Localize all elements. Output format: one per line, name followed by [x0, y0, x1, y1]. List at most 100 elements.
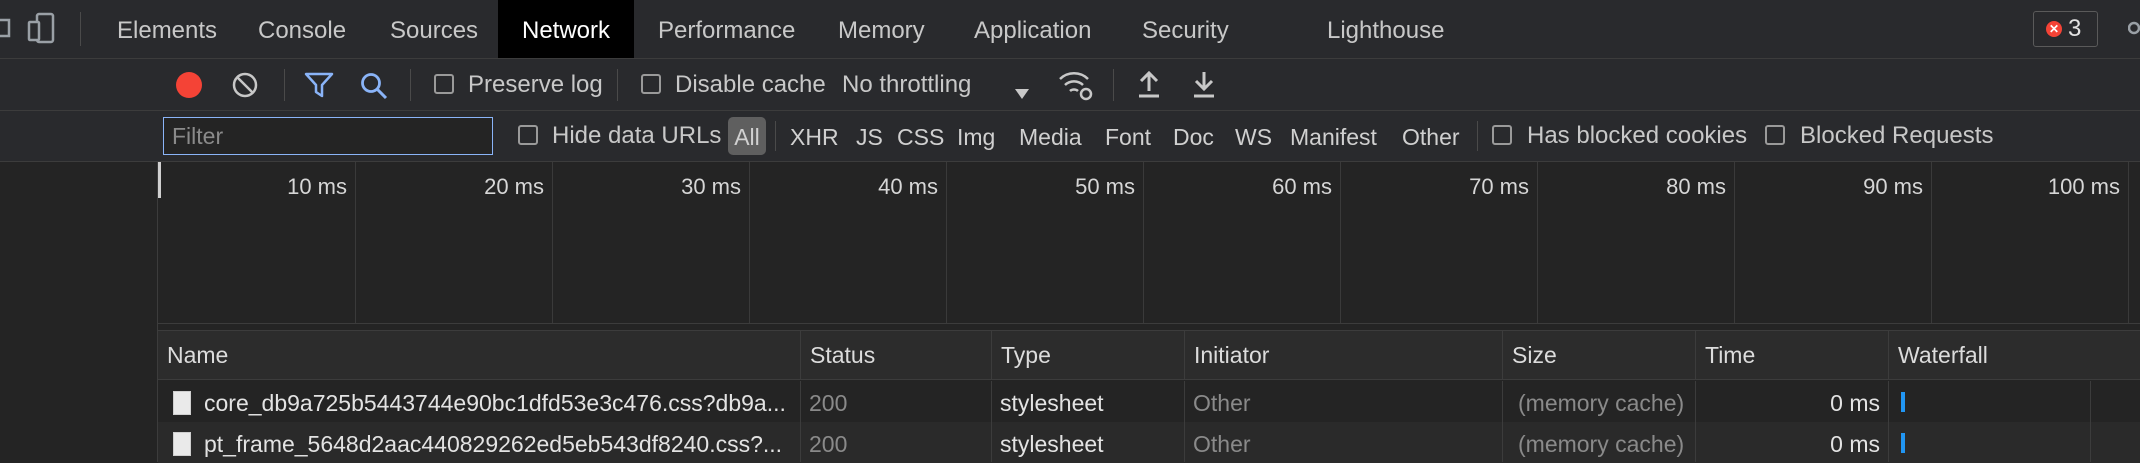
- filter-type-doc[interactable]: Doc: [1173, 124, 1214, 151]
- has-blocked-cookies-checkbox[interactable]: [1492, 125, 1512, 145]
- clear-log-icon[interactable]: [231, 71, 259, 99]
- column-divider: [800, 381, 801, 462]
- toolbar-separator: [1113, 69, 1114, 101]
- tab-performance[interactable]: Performance: [636, 0, 817, 58]
- stylesheet-file-icon: [173, 432, 191, 456]
- toolbar-separator: [410, 69, 411, 101]
- hide-data-urls-label: Hide data URLs: [552, 122, 722, 149]
- filter-type-all[interactable]: All: [728, 117, 766, 155]
- column-divider: [2090, 381, 2091, 462]
- overview-tick-label: 10 ms: [287, 174, 347, 199]
- overview-start-marker[interactable]: [158, 162, 161, 198]
- network-toolbar: Preserve log Disable cache No throttling: [0, 59, 2140, 111]
- devtools-tabbar: Elements Console Sources Network Perform…: [0, 0, 2140, 59]
- column-name[interactable]: Name: [158, 331, 800, 379]
- column-status[interactable]: Status: [800, 331, 991, 379]
- error-count-badge[interactable]: ✕ 3: [2033, 11, 2098, 47]
- throttling-select[interactable]: No throttling: [842, 71, 971, 99]
- column-waterfall[interactable]: Waterfall: [1888, 331, 2140, 379]
- request-time: 0 ms: [1830, 431, 1880, 457]
- toolbar-separator: [617, 69, 618, 101]
- overview-tick-label: 30 ms: [681, 174, 741, 199]
- overview-tick-label: 60 ms: [1272, 174, 1332, 199]
- filter-type-js[interactable]: JS: [856, 124, 883, 151]
- request-name: core_db9a725b5443744e90bc1dfd53e3c476.cs…: [204, 390, 786, 416]
- blocked-requests-label: Blocked Requests: [1800, 122, 1994, 149]
- filter-bar: Filter Hide data URLs All XHR JS CSS Img…: [0, 111, 2140, 162]
- overview-gridline: [1931, 162, 1932, 323]
- column-divider: [991, 381, 992, 462]
- requests-table-header: Name Status Type Initiator Size Time Wat…: [158, 330, 2140, 380]
- filter-type-xhr[interactable]: XHR: [790, 124, 839, 151]
- error-count: 3: [2068, 15, 2082, 42]
- tab-security[interactable]: Security: [1120, 0, 1251, 58]
- chevron-down-icon[interactable]: [1014, 79, 1030, 99]
- filter-funnel-icon[interactable]: [304, 71, 334, 99]
- blocked-requests-checkbox[interactable]: [1765, 125, 1785, 145]
- filter-type-manifest[interactable]: Manifest: [1290, 124, 1377, 151]
- search-icon[interactable]: [359, 71, 389, 101]
- column-initiator[interactable]: Initiator: [1184, 331, 1502, 379]
- network-conditions-icon[interactable]: [1058, 69, 1094, 101]
- inspect-icon[interactable]: [0, 14, 12, 42]
- error-icon: ✕: [2046, 21, 2062, 37]
- filter-type-font[interactable]: Font: [1105, 124, 1151, 151]
- filter-type-other[interactable]: Other: [1402, 124, 1460, 151]
- overview-tick-label: 40 ms: [878, 174, 938, 199]
- overview-tick-label: 90 ms: [1863, 174, 1923, 199]
- filter-input[interactable]: Filter: [163, 117, 493, 155]
- tab-console[interactable]: Console: [236, 0, 368, 58]
- filter-type-media[interactable]: Media: [1019, 124, 1082, 151]
- column-divider: [1184, 381, 1185, 462]
- record-button[interactable]: [176, 72, 202, 98]
- disable-cache-checkbox[interactable]: [641, 74, 661, 94]
- device-toolbar-icon[interactable]: [26, 12, 56, 44]
- waterfall-bar: [1901, 392, 1905, 412]
- timeline-overview[interactable]: 10 ms 20 ms 30 ms 40 ms 50 ms 60 ms 70 ms 80 ms…: [158, 162, 2140, 324]
- more-tabs-icon[interactable]: [2127, 14, 2140, 42]
- request-type: stylesheet: [1000, 390, 1104, 416]
- filter-separator: [1477, 121, 1478, 151]
- filter-type-img[interactable]: Img: [957, 124, 995, 151]
- request-initiator: Other: [1193, 431, 1251, 457]
- tab-network[interactable]: Network: [498, 0, 634, 58]
- overview-gridline: [355, 162, 356, 323]
- request-name: pt_frame_5648d2aac440829262ed5eb543df824…: [204, 431, 783, 457]
- column-time[interactable]: Time: [1695, 331, 1888, 379]
- tab-sources[interactable]: Sources: [368, 0, 500, 58]
- overview-gridline: [1143, 162, 1144, 323]
- request-initiator: Other: [1193, 390, 1251, 416]
- overview-gridline: [2128, 162, 2129, 323]
- tab-elements[interactable]: Elements: [95, 0, 239, 58]
- tab-lighthouse[interactable]: Lighthouse: [1305, 0, 1466, 58]
- request-type: stylesheet: [1000, 431, 1104, 457]
- column-type[interactable]: Type: [991, 331, 1184, 379]
- request-size: (memory cache): [1518, 431, 1685, 457]
- table-row[interactable]: core_db9a725b5443744e90bc1dfd53e3c476.cs…: [158, 381, 2140, 422]
- request-time: 0 ms: [1830, 390, 1880, 416]
- preserve-log-label: Preserve log: [468, 71, 603, 98]
- overview-gridline: [1734, 162, 1735, 323]
- tab-separator: [80, 12, 81, 46]
- filter-type-ws[interactable]: WS: [1235, 124, 1272, 151]
- overview-tick-label: 100 ms: [2047, 174, 2120, 199]
- tab-application[interactable]: Application: [952, 0, 1113, 58]
- preserve-log-checkbox[interactable]: [434, 74, 454, 94]
- overview-tick-label: 20 ms: [484, 174, 544, 199]
- overview-tick-label: 80 ms: [1666, 174, 1726, 199]
- request-status: 200: [809, 431, 848, 457]
- table-row[interactable]: pt_frame_5648d2aac440829262ed5eb543df824…: [158, 422, 2140, 463]
- disable-cache-label: Disable cache: [675, 71, 826, 98]
- filter-placeholder: Filter: [172, 123, 224, 149]
- overview-gridline: [946, 162, 947, 323]
- filter-type-css[interactable]: CSS: [897, 124, 944, 151]
- column-divider: [1502, 381, 1503, 462]
- tab-memory[interactable]: Memory: [816, 0, 947, 58]
- import-har-icon[interactable]: [1136, 69, 1162, 99]
- request-status: 200: [809, 390, 848, 416]
- hide-data-urls-checkbox[interactable]: [518, 125, 538, 145]
- column-size[interactable]: Size: [1502, 331, 1695, 379]
- export-har-icon[interactable]: [1191, 69, 1217, 99]
- overview-tick-label: 50 ms: [1075, 174, 1135, 199]
- toolbar-separator: [284, 69, 285, 101]
